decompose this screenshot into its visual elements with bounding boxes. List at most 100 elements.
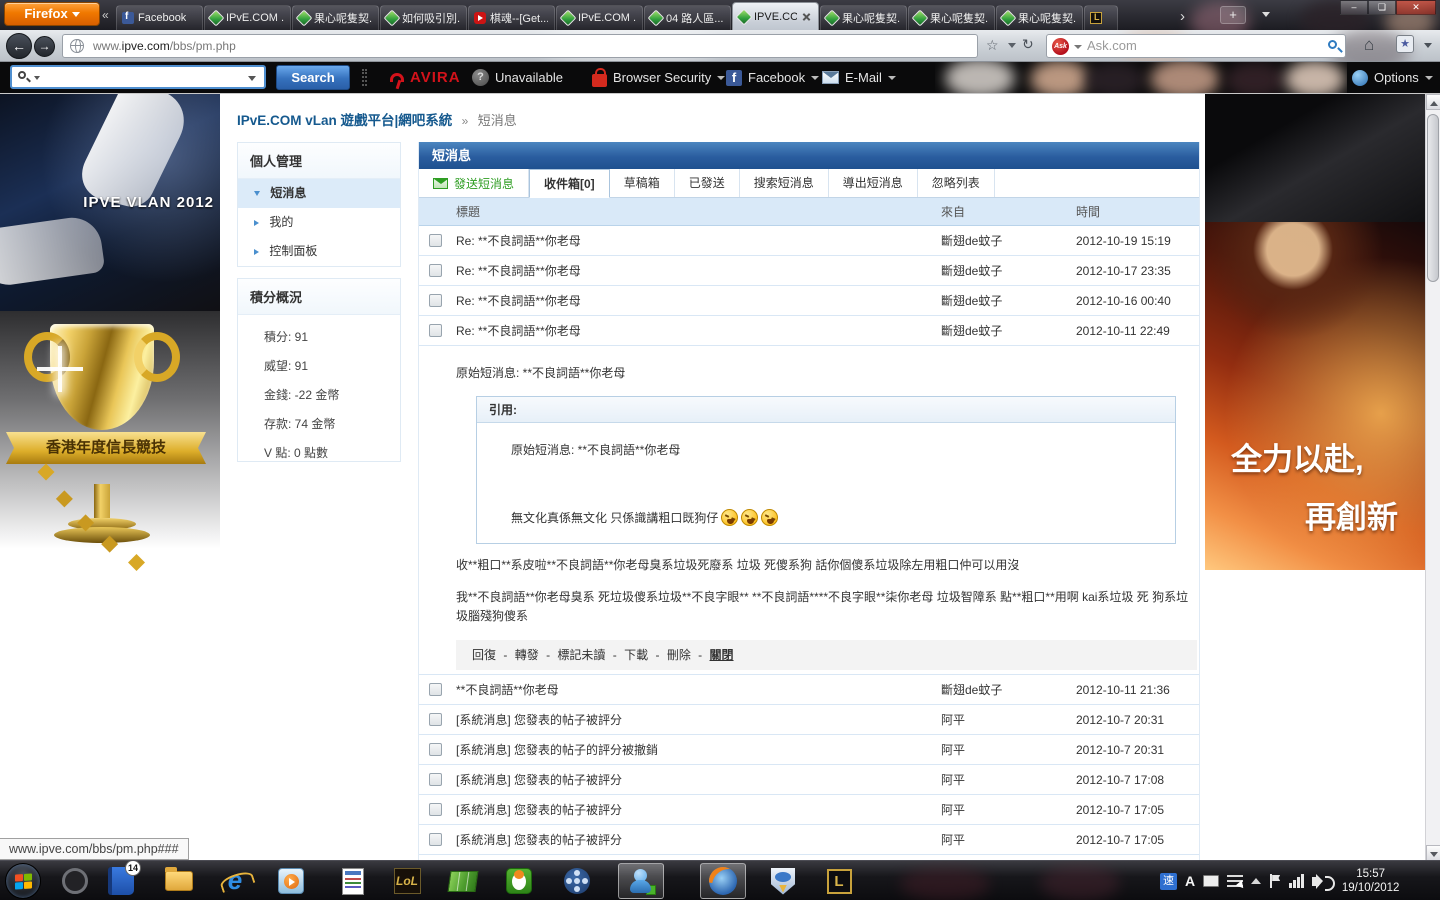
browser-tab[interactable]: 果心呢隻契... (820, 5, 907, 30)
search-icon[interactable] (1328, 40, 1337, 49)
row-checkbox[interactable] (429, 324, 442, 337)
scroll-down-icon[interactable] (1426, 845, 1440, 860)
bookmarks-panel-icon[interactable] (1396, 35, 1414, 53)
taskbar-item-circle-app[interactable] (52, 863, 98, 899)
browser-tab[interactable]: 果心呢隻契... (292, 5, 379, 30)
message-sender-link[interactable]: 斷翅de蚊子 (941, 256, 1002, 286)
delete-link[interactable]: 刪除 (667, 648, 691, 662)
taskbar-item-map-app[interactable] (440, 863, 486, 899)
message-tab[interactable]: 草稿箱 (610, 169, 675, 197)
message-title-link[interactable]: Re: **不良詞語**你老母 (456, 226, 581, 256)
reload-icon[interactable] (1022, 36, 1034, 53)
ime-toolbar-icon[interactable] (1227, 875, 1243, 887)
taskbar-item-video-player[interactable] (554, 863, 600, 899)
options-toolbar-button[interactable]: Options (1352, 62, 1433, 93)
bookmark-star-icon[interactable] (986, 37, 999, 54)
message-tab[interactable]: 搜索短消息 (740, 169, 829, 197)
list-all-tabs-icon[interactable] (1262, 12, 1270, 17)
forward-button[interactable] (34, 36, 55, 57)
volume-icon[interactable] (1312, 877, 1319, 886)
taskbar-item-internet-explorer[interactable] (212, 863, 258, 899)
row-checkbox[interactable] (429, 803, 442, 816)
search-dropdown-icon[interactable] (248, 76, 256, 81)
browser-tab[interactable] (1084, 5, 1118, 30)
message-sender-link[interactable]: 斷翅de蚊子 (941, 226, 1002, 256)
message-sender-link[interactable]: 阿平 (941, 765, 965, 795)
new-tab-button[interactable] (1220, 6, 1246, 24)
message-title-link[interactable]: [系統消息] 您發表的帖子被評分 (456, 705, 622, 735)
search-history-dropdown-icon[interactable] (34, 76, 40, 80)
taskbar-item-lol-launcher[interactable] (816, 863, 862, 899)
message-title-link[interactable]: [系統消息] 您發表的帖子被評分 (456, 825, 622, 855)
compose-message-link[interactable]: 發送短消息 (419, 169, 529, 197)
toolbar-search-input[interactable] (10, 65, 266, 89)
message-title-link[interactable]: [系統消息] 您發表的帖子的評分被撤銷 (456, 735, 658, 765)
site-identity-globe-icon[interactable] (70, 39, 84, 53)
taskbar-item-notebook[interactable]: 14 (98, 863, 144, 899)
bookmarks-dropdown-icon[interactable] (1424, 43, 1432, 48)
minimize-button[interactable] (1340, 0, 1368, 15)
message-title-link[interactable]: **不良詞語**你老母 (456, 675, 559, 705)
taskbar-item-media-player[interactable] (268, 863, 314, 899)
browser-tab[interactable]: 果心呢隻契... (996, 5, 1083, 30)
taskbar-item-pps[interactable] (496, 863, 542, 899)
sidebar-menu-item[interactable]: 短消息 (238, 179, 400, 208)
browser-tab[interactable]: 果心呢隻契... (908, 5, 995, 30)
row-checkbox[interactable] (429, 743, 442, 756)
message-sender-link[interactable]: 阿平 (941, 795, 965, 825)
row-checkbox[interactable] (429, 294, 442, 307)
message-sender-link[interactable]: 斷翅de蚊子 (941, 675, 1002, 705)
ime-fullwidth-icon[interactable] (1203, 875, 1219, 887)
message-sender-link[interactable]: 斷翅de蚊子 (941, 316, 1002, 346)
browser-tab[interactable]: IPvE.COM ... (204, 5, 291, 30)
action-center-flag-icon[interactable] (1269, 874, 1281, 888)
taskbar-item-qq[interactable] (618, 863, 664, 899)
reply-link[interactable]: 回復 (472, 648, 496, 662)
scrollbar-thumb[interactable] (1427, 114, 1439, 282)
browser-security-button[interactable]: Browser Security (592, 62, 725, 93)
message-sender-link[interactable]: 阿平 (941, 735, 965, 765)
network-icon[interactable] (1289, 874, 1304, 888)
ime-language-icon[interactable]: A (1185, 873, 1195, 889)
row-checkbox[interactable] (429, 683, 442, 696)
message-title-link[interactable]: Re: **不良詞語**你老母 (456, 316, 581, 346)
email-toolbar-button[interactable]: E-Mail (822, 62, 896, 93)
taskbar-item-document[interactable] (330, 863, 376, 899)
sidebar-menu-item[interactable]: 我的 (238, 208, 400, 237)
message-sender-link[interactable]: 斷翅de蚊子 (941, 286, 1002, 316)
url-bar[interactable]: www.ipve.com/bbs/pm.php (62, 34, 978, 58)
avira-toolbar-button[interactable]: AVIRA (390, 62, 461, 93)
row-checkbox[interactable] (429, 234, 442, 247)
taskbar-item-shield-app[interactable] (760, 863, 806, 899)
ime-speed-icon[interactable]: 速 (1160, 873, 1177, 890)
unavailable-toolbar-button[interactable]: Unavailable (472, 62, 563, 93)
search-button[interactable]: Search (276, 65, 350, 90)
forward-link[interactable]: 轉發 (515, 648, 539, 662)
scroll-up-icon[interactable] (1426, 94, 1440, 110)
message-tab[interactable]: 已發送 (675, 169, 740, 197)
vertical-scrollbar[interactable] (1425, 94, 1440, 860)
browser-tab[interactable]: Facebook (116, 5, 203, 30)
download-link[interactable]: 下載 (624, 648, 648, 662)
url-dropdown-icon[interactable] (1008, 43, 1016, 48)
message-sender-link[interactable]: 阿平 (941, 705, 965, 735)
row-checkbox[interactable] (429, 773, 442, 786)
sidebar-menu-item[interactable]: 控制面板 (238, 237, 400, 266)
close-button[interactable] (1396, 0, 1436, 15)
restore-button[interactable] (1368, 0, 1396, 15)
message-title-link[interactable]: Re: **不良詞語**你老母 (456, 286, 581, 316)
taskbar-item-explorer[interactable] (156, 863, 202, 899)
tray-expand-icon[interactable] (1251, 878, 1261, 884)
tab-overflow-left-icon[interactable] (102, 8, 109, 22)
message-title-link[interactable]: Re: **不良詞語**你老母 (456, 256, 581, 286)
taskbar-item-firefox[interactable] (700, 863, 746, 899)
browser-tab[interactable]: 如何吸引別... (380, 5, 467, 30)
facebook-toolbar-button[interactable]: Facebook (726, 62, 819, 93)
browser-tab[interactable]: IPVE.CO... (732, 2, 819, 30)
start-button[interactable] (5, 863, 41, 899)
search-input[interactable]: Ask Ask.com (1046, 34, 1346, 58)
message-tab[interactable]: 收件箱[0] (529, 169, 610, 198)
message-tab[interactable]: 忽略列表 (918, 169, 995, 197)
tab-close-icon[interactable] (801, 11, 813, 23)
close-link[interactable]: 關閉 (710, 648, 734, 662)
